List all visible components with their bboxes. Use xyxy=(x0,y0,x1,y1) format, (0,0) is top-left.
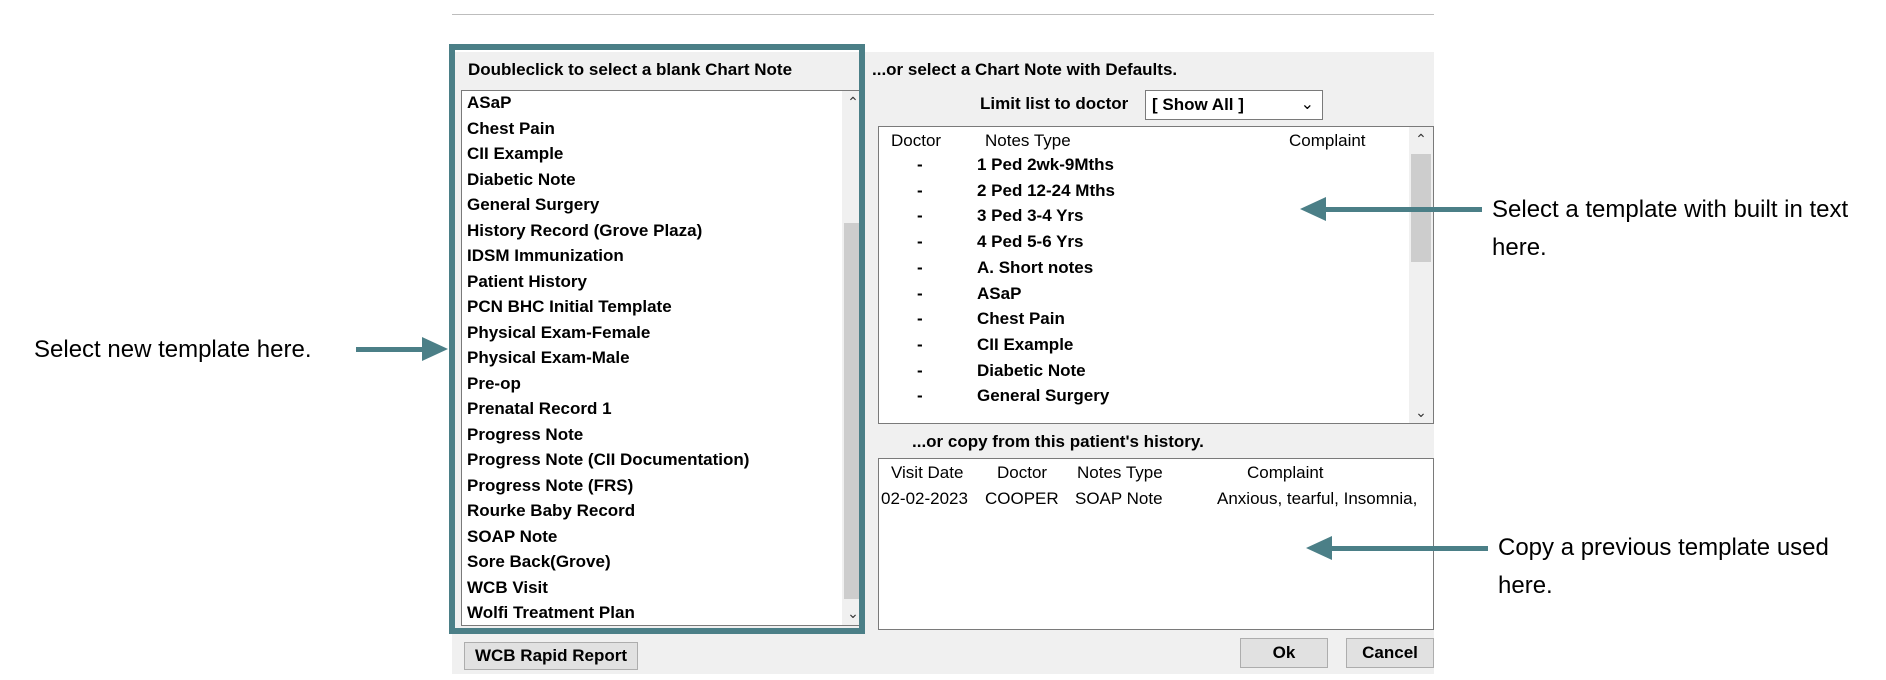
callout-arrow-bottom-line xyxy=(1330,546,1488,551)
doctor-cell: - xyxy=(917,283,923,303)
visit-date-cell: 02-02-2023 xyxy=(881,489,968,508)
chevron-down-icon: ⌄ xyxy=(1300,96,1314,113)
doctor-select-value: [ Show All ] xyxy=(1152,95,1244,114)
doctor-select[interactable]: [ Show All ] ⌄ xyxy=(1145,90,1323,120)
annotation-right-top: Select a template with built in text her… xyxy=(1492,196,1849,261)
history-heading: ...or copy from this patient's history. xyxy=(912,432,1204,451)
cancel-button[interactable]: Cancel xyxy=(1346,638,1434,668)
notes-type-cell: 1 Ped 2wk-9Mths xyxy=(977,155,1114,174)
wcb-rapid-report-button[interactable]: WCB Rapid Report xyxy=(464,642,638,670)
col-visit-date: Visit Date xyxy=(891,463,964,482)
doctor-cell: - xyxy=(917,206,923,226)
notes-type-cell: ASaP xyxy=(977,283,1022,303)
col-doctor: Doctor xyxy=(891,131,942,150)
doctor-cell: - xyxy=(917,360,923,380)
notes-type-cell: 4 Ped 5-6 Yrs xyxy=(977,232,1084,252)
annotation-left: Select new template here. xyxy=(34,336,312,363)
arrow-right-icon xyxy=(422,337,448,361)
top-divider xyxy=(452,14,1434,15)
complaint-cell: Anxious, tearful, Insomnia, xyxy=(1217,489,1418,508)
callout-arrow-left-line xyxy=(356,347,424,352)
doctor-cell: - xyxy=(917,257,923,277)
annotation-right-bottom: Copy a previous template used here. xyxy=(1498,534,1829,599)
notes-type-cell: SOAP Note xyxy=(1075,489,1163,508)
notes-type-cell: 3 Ped 3-4 Yrs xyxy=(977,206,1084,226)
notes-type-cell: CII Example xyxy=(977,334,1074,354)
doctor-cell: - xyxy=(917,334,923,354)
doctor-cell: - xyxy=(917,309,923,329)
ok-button[interactable]: Ok xyxy=(1240,638,1328,668)
notes-type-cell: Chest Pain xyxy=(977,309,1065,329)
defaults-scrollbar[interactable]: ⌃ ⌄ xyxy=(1409,127,1433,423)
callout-arrow-top-line xyxy=(1324,207,1482,212)
col-doctor: Doctor xyxy=(997,463,1048,482)
notes-type-cell: Diabetic Note xyxy=(977,360,1086,380)
arrow-left-icon xyxy=(1300,197,1326,221)
highlight-frame xyxy=(449,44,865,634)
scroll-up-icon[interactable]: ⌃ xyxy=(1409,131,1433,148)
col-complaint: Complaint xyxy=(1247,463,1324,482)
limit-doctor-label: Limit list to doctor xyxy=(980,94,1129,113)
scroll-down-icon[interactable]: ⌄ xyxy=(1409,404,1433,421)
doctor-cell: COOPER xyxy=(985,489,1059,508)
notes-type-cell: A. Short notes xyxy=(977,257,1094,277)
doctor-cell: - xyxy=(917,155,923,174)
col-notes-type: Notes Type xyxy=(1077,463,1163,482)
defaults-heading: ...or select a Chart Note with Defaults. xyxy=(872,60,1178,79)
doctor-cell: - xyxy=(917,180,923,200)
defaults-table[interactable]: Doctor Notes Type Complaint - 1 Ped 2wk-9… xyxy=(878,126,1434,424)
doctor-cell: - xyxy=(917,386,923,406)
col-complaint: Complaint xyxy=(1289,131,1366,150)
notes-type-cell: 2 Ped 12-24 Mths xyxy=(977,180,1115,200)
col-notes-type: Notes Type xyxy=(985,131,1071,150)
notes-type-cell: General Surgery xyxy=(977,386,1110,406)
doctor-cell: - xyxy=(917,232,923,252)
history-table[interactable]: Visit Date Doctor Notes Type Complaint 0… xyxy=(878,458,1434,630)
arrow-left-icon xyxy=(1306,536,1332,560)
